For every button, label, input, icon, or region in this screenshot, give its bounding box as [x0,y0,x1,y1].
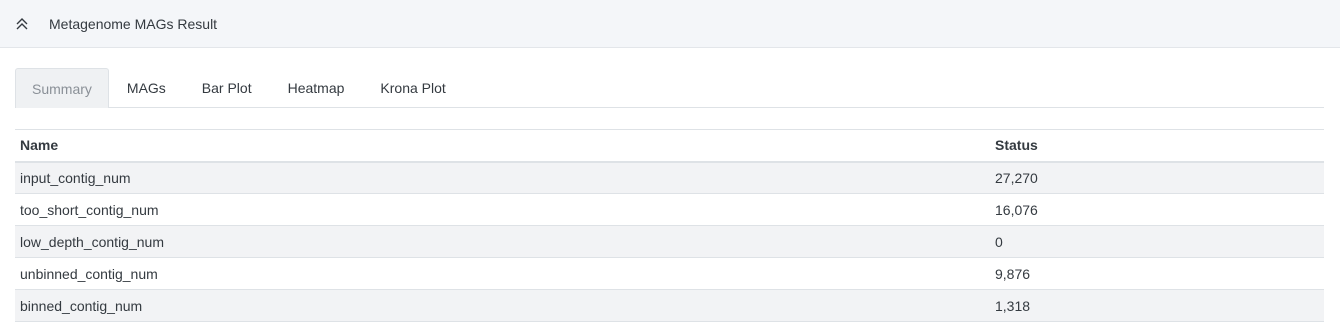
table-row: too_short_contig_num 16,076 [15,193,1324,226]
panel-header: Metagenome MAGs Result [0,0,1340,48]
table-row: input_contig_num 27,270 [15,161,1324,194]
table-row: binned_contig_num 1,318 [15,289,1324,322]
tab-bar: Summary MAGs Bar Plot Heatmap Krona Plot [15,68,1324,108]
cell-name: too_short_contig_num [15,193,990,226]
cell-status: 27,270 [990,161,1324,194]
summary-table-wrapper: Name Status input_contig_num 27,270 too_… [15,129,1324,322]
column-header-name: Name [15,129,990,163]
cell-name: low_depth_contig_num [15,225,990,258]
cell-name: input_contig_num [15,161,990,194]
cell-status: 1,318 [990,289,1324,322]
table-row: unbinned_contig_num 9,876 [15,257,1324,290]
tab-heatmap[interactable]: Heatmap [270,67,363,107]
cell-name: unbinned_contig_num [15,257,990,290]
table-header-row: Name Status [15,129,1324,163]
tab-krona-plot[interactable]: Krona Plot [362,67,463,107]
summary-table: Name Status input_contig_num 27,270 too_… [15,129,1324,322]
tab-bar-plot[interactable]: Bar Plot [184,67,270,107]
table-row: low_depth_contig_num 0 [15,225,1324,258]
cell-status: 16,076 [990,193,1324,226]
cell-status: 0 [990,225,1324,258]
cell-status: 9,876 [990,257,1324,290]
column-header-status: Status [990,129,1324,163]
tab-summary[interactable]: Summary [15,68,109,108]
cell-name: binned_contig_num [15,289,990,322]
tab-mags[interactable]: MAGs [109,67,184,107]
chevron-double-up-icon[interactable] [15,17,29,31]
panel-title: Metagenome MAGs Result [49,15,218,32]
